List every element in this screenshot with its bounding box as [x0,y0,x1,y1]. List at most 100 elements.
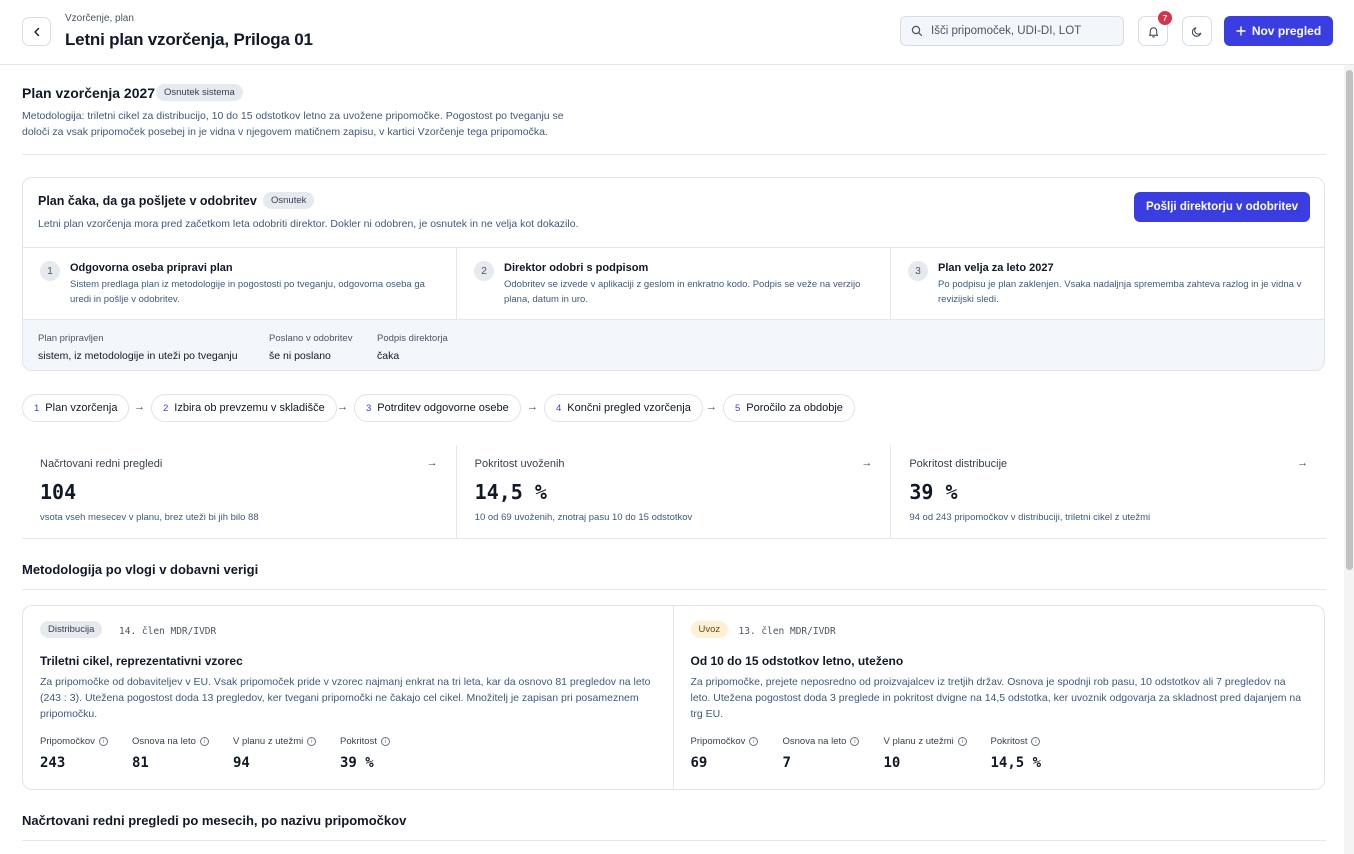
workflow-step-confirmation[interactable]: 3 Potrditev odgovorne osebe [354,394,521,422]
step-title: Direktor odobri s podpisom [504,262,649,274]
divider [22,840,1326,841]
stat-note: vsota vseh mesecev v planu, brez uteži b… [40,512,259,523]
regulation-reference: 14. člen MDR/IVDR [119,626,217,637]
stat-import-coverage[interactable]: Pokritost uvoženih → 14,5 % 10 od 69 uvo… [457,445,892,538]
approval-card: Plan čaka, da ga pošljete v odobritev Os… [22,177,1325,371]
stat-value: 39 % [909,480,958,504]
workflow-step-plan[interactable]: 1 Plan vzorčenja [22,394,130,422]
new-review-label: Nov pregled [1251,24,1322,38]
step-description: Po podpisu je plan zaklenjen. Vsaka nada… [938,279,1302,305]
approval-step: 1 Odgovorna oseba pripravi plan Sistem p… [23,248,457,319]
stat-label: Pokritost uvoženih [474,458,565,470]
stat-value: 14,5 % [474,480,547,504]
info-icon[interactable]: i [307,737,317,746]
moon-icon [1191,26,1201,37]
approval-title: Plan čaka, da ga pošljete v odobritev [38,194,257,208]
meta-director-signature: Podpis direktorja čaka [377,333,448,362]
methodology-distribution: Distribucija 14. člen MDR/IVDR Triletni … [23,606,674,789]
search-box[interactable] [900,16,1124,46]
kpi-label: Pripomočkov [40,736,95,747]
kpi-devices: Pripomočkov i 69 [691,736,759,771]
stat-note: 10 od 69 uvoženih, znotraj pasu 10 do 15… [474,512,693,523]
back-button[interactable] [22,17,51,46]
kpi-weighted-plan: V planu z utežmi i 10 [884,736,967,771]
methodology-description: Za pripomočke, prejete neposredno od pro… [690,676,1302,720]
kpi-value: 7 [782,755,791,771]
notification-count-badge: 7 [1158,11,1172,25]
info-icon[interactable]: i [380,737,390,746]
plan-title: Plan vzorčenja 2027 [22,85,156,101]
step-number: 3 [908,261,928,281]
role-badge-distribution: Distribucija [40,621,103,638]
step-title: Plan velja za leto 2027 [938,262,1054,274]
kpi-weighted-plan: V planu z utežmi i 94 [233,736,317,771]
step-title: Odgovorna oseba pripravi plan [70,262,233,274]
meta-value: čaka [377,350,400,362]
approval-step: 3 Plan velja za leto 2027 Po podpisu je … [891,248,1324,319]
kpi-label: Osnova na leto [782,736,847,747]
stat-label: Pokritost distribucije [909,458,1008,470]
info-icon[interactable]: i [98,737,108,746]
divider [22,589,1326,590]
workflow-step-report[interactable]: 5 Poročilo za obdobje [723,394,855,422]
send-to-director-button[interactable]: Pošlji direktorju v odobritev [1134,192,1310,222]
arrow-right-icon[interactable]: → [427,457,438,469]
arrow-right-icon: → [134,401,145,413]
approval-steps: 1 Odgovorna oseba pripravi plan Sistem p… [23,247,1324,319]
role-badge-import: Uvoz [690,621,729,638]
meta-value: sistem, iz metodologije in uteži po tveg… [38,350,238,362]
kpi-value: 69 [690,755,708,771]
kpi-value: 94 [233,755,250,771]
workflow-step-number: 4 [556,402,562,414]
kpi-label: Pokritost [990,736,1028,747]
plus-icon [1236,26,1246,36]
kpi-value: 39 % [340,755,374,771]
info-icon[interactable]: i [1031,737,1041,746]
info-icon[interactable]: i [957,737,967,746]
stat-planned-reviews[interactable]: Načrtovani redni pregledi → 104 vsota vs… [22,445,457,538]
divider [22,154,1326,155]
workflow-step-number: 3 [366,402,372,414]
workflow-step-label: Izbira ob prevzemu v skladišče [174,402,325,414]
stat-note: 94 od 243 pripomočkov v distribuciji, tr… [909,512,1151,523]
new-review-button[interactable]: Nov pregled [1224,16,1333,46]
info-icon[interactable]: i [199,737,209,746]
top-bar: Vzorčenje, plan Letni plan vzorčenja, Pr… [0,0,1354,65]
workflow-step-number: 2 [163,402,169,414]
scrollbar-thumb[interactable] [1346,70,1353,570]
kpi-value: 10 [883,755,901,771]
regulation-reference: 13. člen MDR/IVDR [738,626,836,637]
step-number: 2 [474,261,494,281]
arrow-right-icon[interactable]: → [1297,457,1308,469]
arrow-right-icon[interactable]: → [861,457,872,469]
plan-status-badge: Osnutek sistema [156,84,243,101]
meta-label: Podpis direktorja [377,333,448,344]
step-description: Sistem predlaga plan iz metodologije in … [70,279,425,305]
search-input[interactable] [931,25,1111,37]
breadcrumb[interactable]: Vzorčenje, plan [65,13,134,24]
theme-toggle-button[interactable] [1182,16,1212,46]
kpi-label: Osnova na leto [132,736,196,747]
meta-label: Poslano v odobritev [269,333,353,344]
workflow-step-final-review[interactable]: 4 Končni pregled vzorčenja [544,394,703,422]
kpi-value: 81 [132,755,149,771]
search-icon [911,25,923,37]
kpi-base-per-year: Osnova na leto i 7 [783,736,860,771]
info-icon[interactable]: i [749,737,759,746]
info-icon[interactable]: i [850,737,860,746]
kpi-coverage: Pokritost i 39 % [340,736,390,771]
workflow-step-label: Potrditev odgovorne osebe [377,402,509,414]
kpi-coverage: Pokritost i 14,5 % [991,736,1042,771]
meta-plan-prepared: Plan pripravljen sistem, iz metodologije… [38,333,238,362]
workflow-step-number: 5 [735,402,741,414]
step-number: 1 [40,261,60,281]
kpi-value: 243 [40,755,66,771]
page-title: Letni plan vzorčenja, Priloga 01 [65,30,313,49]
stat-distribution-coverage[interactable]: Pokritost distribucije → 39 % 94 od 243 … [891,445,1326,538]
workflow-step-number: 1 [34,402,40,414]
workflow-step-selection[interactable]: 2 Izbira ob prevzemu v skladišče [151,394,337,422]
kpi-label: Pokritost [340,736,377,747]
methodology-text: Metodologija: triletni cikel za distribu… [22,110,564,138]
bell-icon [1148,26,1158,38]
monthly-section-title: Načrtovani redni pregledi po mesecih, po… [22,813,407,828]
